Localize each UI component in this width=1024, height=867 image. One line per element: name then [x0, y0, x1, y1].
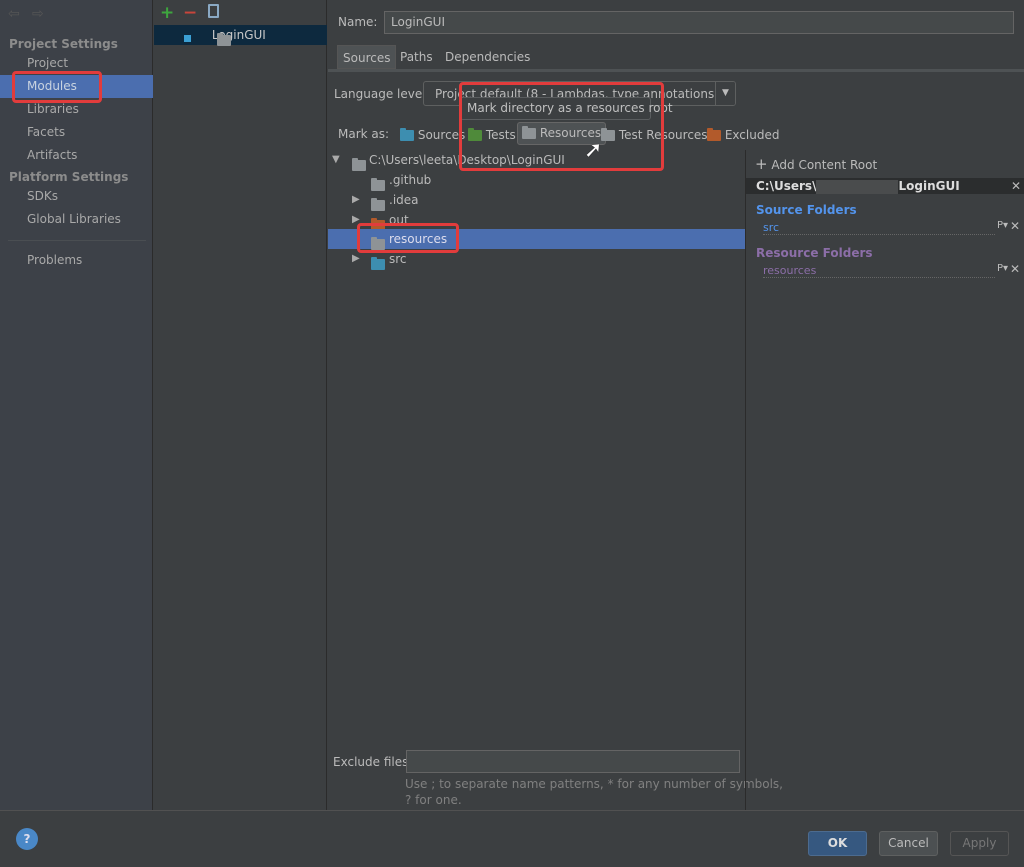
- tree-item-github[interactable]: .github: [328, 170, 745, 191]
- sidebar-item-global-libraries[interactable]: Global Libraries: [0, 208, 153, 231]
- module-badge-icon: [184, 35, 191, 42]
- close-icon[interactable]: ✕: [1011, 178, 1021, 194]
- content-root-header: C:\Users\ LoginGUI ✕: [746, 178, 1024, 194]
- cancel-button[interactable]: Cancel: [879, 831, 938, 856]
- mark-as-label: Mark as:: [338, 127, 390, 141]
- exclude-hint: Use ; to separate name patterns, * for a…: [405, 776, 783, 808]
- name-label: Name:: [338, 15, 378, 29]
- project-settings-header: Project Settings: [9, 37, 118, 51]
- sidebar-item-artifacts[interactable]: Artifacts: [0, 144, 153, 167]
- apply-button[interactable]: Apply: [950, 831, 1009, 856]
- mark-excluded-button[interactable]: Excluded: [707, 126, 779, 144]
- source-folder-item[interactable]: src: [763, 221, 995, 235]
- module-editor: Name: LoginGUI Sources Paths Dependencie…: [328, 0, 1024, 810]
- exclude-files-input[interactable]: [406, 750, 740, 773]
- tab-underline: [328, 69, 1024, 72]
- name-input[interactable]: LoginGUI: [384, 11, 1014, 34]
- module-folder-icon: [217, 33, 231, 46]
- properties-icon[interactable]: P▾: [997, 220, 1008, 231]
- collapsed-arrow-icon[interactable]: ▶: [352, 190, 360, 210]
- resource-folders-header: Resource Folders: [756, 246, 873, 260]
- language-level-label: Language level:: [334, 87, 430, 101]
- help-button[interactable]: ?: [16, 828, 38, 850]
- excluded-folder-icon: [707, 128, 721, 141]
- sources-folder-icon: [400, 128, 414, 141]
- redacted-region: [816, 179, 899, 194]
- module-item-logingui[interactable]: LoginGUI: [154, 25, 327, 46]
- platform-settings-header: Platform Settings: [9, 170, 129, 184]
- source-folders-header: Source Folders: [756, 203, 857, 217]
- exclude-files-label: Exclude files:: [333, 755, 413, 769]
- plus-icon: +: [755, 155, 768, 173]
- remove-icon[interactable]: −: [183, 3, 197, 23]
- highlight-annotation: [12, 71, 102, 103]
- footer-divider: [0, 810, 1024, 811]
- ok-button[interactable]: OK: [808, 831, 867, 856]
- tree-item-label: .idea: [389, 193, 419, 207]
- add-content-root-label: Add Content Root: [771, 158, 878, 172]
- tab-sources[interactable]: Sources: [337, 45, 397, 69]
- sidebar-item-problems[interactable]: Problems: [0, 249, 153, 272]
- highlight-annotation: [357, 223, 459, 253]
- exclude-hint-line2: ? for one.: [405, 793, 462, 807]
- sidebar-item-facets[interactable]: Facets: [0, 121, 153, 144]
- tree-item-idea[interactable]: ▶ .idea: [328, 190, 745, 211]
- tab-dependencies[interactable]: Dependencies: [440, 45, 535, 69]
- content-root-pane: + Add Content Root C:\Users\ LoginGUI ✕ S…: [745, 150, 1024, 810]
- divider: [8, 240, 146, 241]
- tab-paths[interactable]: Paths: [395, 45, 438, 69]
- remove-source-icon[interactable]: ✕: [1010, 219, 1020, 233]
- content-root-path-prefix: C:\Users\: [756, 179, 817, 193]
- content-root-path-suffix: LoginGUI: [898, 179, 960, 193]
- settings-sidebar: ⇦ ⇨ Project Settings Project Modules Lib…: [0, 0, 153, 810]
- resource-folder-item[interactable]: resources: [763, 264, 995, 278]
- sources-folder-icon: [371, 257, 385, 270]
- forward-icon[interactable]: ⇨: [32, 6, 44, 22]
- tree-item-label: .github: [389, 173, 432, 187]
- exclude-hint-line1: Use ; to separate name patterns, * for a…: [405, 777, 783, 791]
- back-icon[interactable]: ⇦: [8, 6, 20, 22]
- properties-icon[interactable]: P▾: [997, 263, 1008, 274]
- add-content-root-button[interactable]: + Add Content Root: [755, 155, 877, 173]
- expanded-arrow-icon[interactable]: ▼: [332, 150, 340, 170]
- remove-resource-icon[interactable]: ✕: [1010, 262, 1020, 276]
- mark-excluded-label: Excluded: [724, 128, 780, 142]
- sidebar-item-sdks[interactable]: SDKs: [0, 185, 153, 208]
- mark-sources-button[interactable]: Sources: [400, 126, 465, 144]
- chevron-down-icon[interactable]: ▼: [715, 82, 735, 105]
- copy-icon[interactable]: [208, 4, 219, 18]
- module-list: + − LoginGUI: [154, 0, 327, 810]
- add-icon[interactable]: +: [160, 3, 174, 23]
- highlight-annotation: [459, 82, 664, 171]
